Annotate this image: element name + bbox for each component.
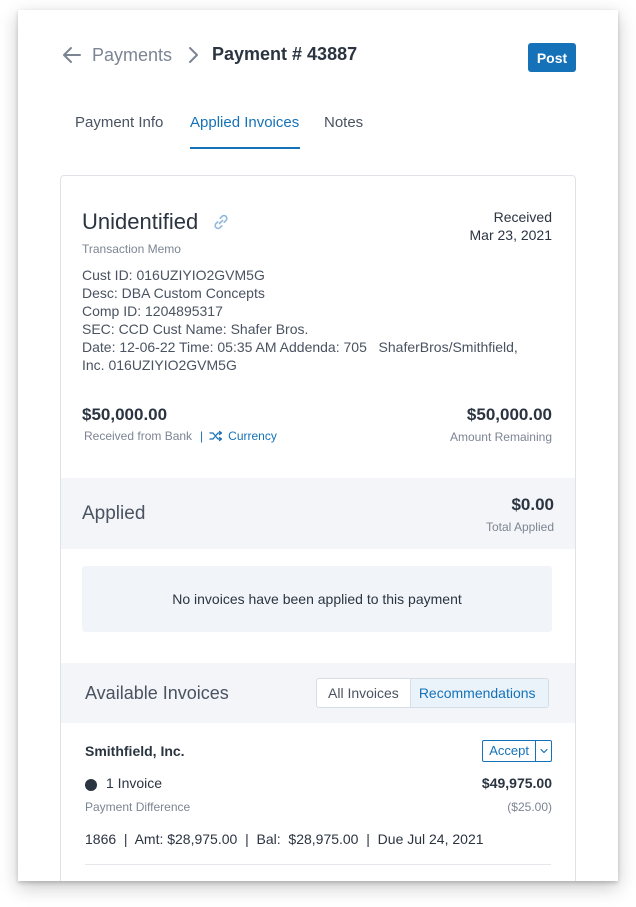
applied-title: Applied	[82, 503, 146, 524]
available-invoices-title: Available Invoices	[85, 683, 229, 703]
invoice-row[interactable]: 1866 | Amt: $28,975.00 | Bal: $28,975.00…	[85, 831, 484, 847]
memo-line: Desc: DBA Custom Concepts	[82, 285, 265, 301]
divider	[85, 864, 551, 865]
transaction-title: Unidentified	[82, 209, 199, 234]
back-arrow-icon[interactable]	[62, 45, 82, 65]
payment-card: Unidentified Transaction Memo Received M…	[60, 175, 576, 881]
recommendations-toggle[interactable]: Recommendations	[409, 679, 548, 707]
total-applied-amount: $0.00	[511, 495, 554, 514]
memo-line: Inc. 016UZIYIO2GVM5G	[82, 357, 237, 373]
shuffle-icon[interactable]	[209, 430, 223, 442]
invoice-bullet-icon	[85, 779, 97, 791]
empty-message-text: No invoices have been applied to this pa…	[172, 591, 462, 607]
memo-line: SEC: CCD Cust Name: Shafer Bros.	[82, 321, 309, 337]
active-tab-indicator	[190, 147, 300, 149]
available-invoices-header: Available Invoices All Invoices Recommen…	[61, 663, 575, 723]
separator: |	[200, 429, 204, 443]
customer-name: Smithfield, Inc.	[85, 743, 185, 759]
applied-section-header: Applied $0.00 Total Applied	[61, 478, 575, 549]
page-header: Payments Payment # 43887 Post	[18, 10, 618, 100]
payment-difference-label: Payment Difference	[85, 800, 191, 814]
currency-link[interactable]: Currency	[228, 429, 277, 443]
tab-payment-info[interactable]: Payment Info	[75, 114, 163, 131]
tab-applied-invoices[interactable]: Applied Invoices	[190, 114, 299, 131]
total-applied-label: Total Applied	[485, 520, 554, 534]
post-button[interactable]: Post	[528, 43, 576, 72]
memo-line: Date: 12-06-22 Time: 05:35 AM Addenda: 7…	[82, 339, 518, 355]
received-date: Mar 23, 2021	[469, 227, 553, 243]
accept-button[interactable]: Accept	[482, 740, 536, 762]
invoice-count[interactable]: 1 Invoice	[106, 775, 162, 791]
memo-line: Cust ID: 016UZIYIO2GVM5G	[82, 267, 265, 283]
link-icon[interactable]	[212, 213, 230, 231]
transaction-memo: Cust ID: 016UZIYIO2GVM5G Desc: DBA Custo…	[82, 266, 552, 374]
memo-line: Comp ID: 1204895317	[82, 303, 223, 319]
received-amount: $50,000.00	[82, 405, 168, 424]
all-invoices-toggle[interactable]: All Invoices	[317, 679, 410, 707]
chevron-down-icon	[539, 748, 548, 754]
transaction-memo-label: Transaction Memo	[82, 242, 181, 256]
chevron-right-icon	[189, 47, 198, 63]
received-label: Received	[493, 209, 552, 225]
page-title: Payment # 43887	[212, 44, 358, 64]
invoice-filter-toggle: All Invoices Recommendations	[316, 678, 549, 708]
received-from-label: Received from Bank	[84, 429, 193, 443]
received-from-row: Received from Bank | Currency	[84, 429, 277, 443]
payment-difference-amount: ($25.00)	[507, 800, 552, 814]
empty-applied-message: No invoices have been applied to this pa…	[82, 566, 552, 632]
app-window: Payments Payment # 43887 Post Payment In…	[18, 10, 618, 881]
accept-split-button: Accept	[482, 740, 552, 762]
remaining-amount: $50,000.00	[466, 405, 552, 424]
tab-bar: Payment Info Applied Invoices Notes	[18, 110, 618, 152]
remaining-label: Amount Remaining	[449, 430, 552, 444]
tab-notes[interactable]: Notes	[324, 114, 363, 131]
breadcrumb-payments[interactable]: Payments	[92, 45, 172, 66]
accept-menu-button[interactable]	[536, 740, 552, 762]
invoice-total: $49,975.00	[481, 775, 552, 791]
